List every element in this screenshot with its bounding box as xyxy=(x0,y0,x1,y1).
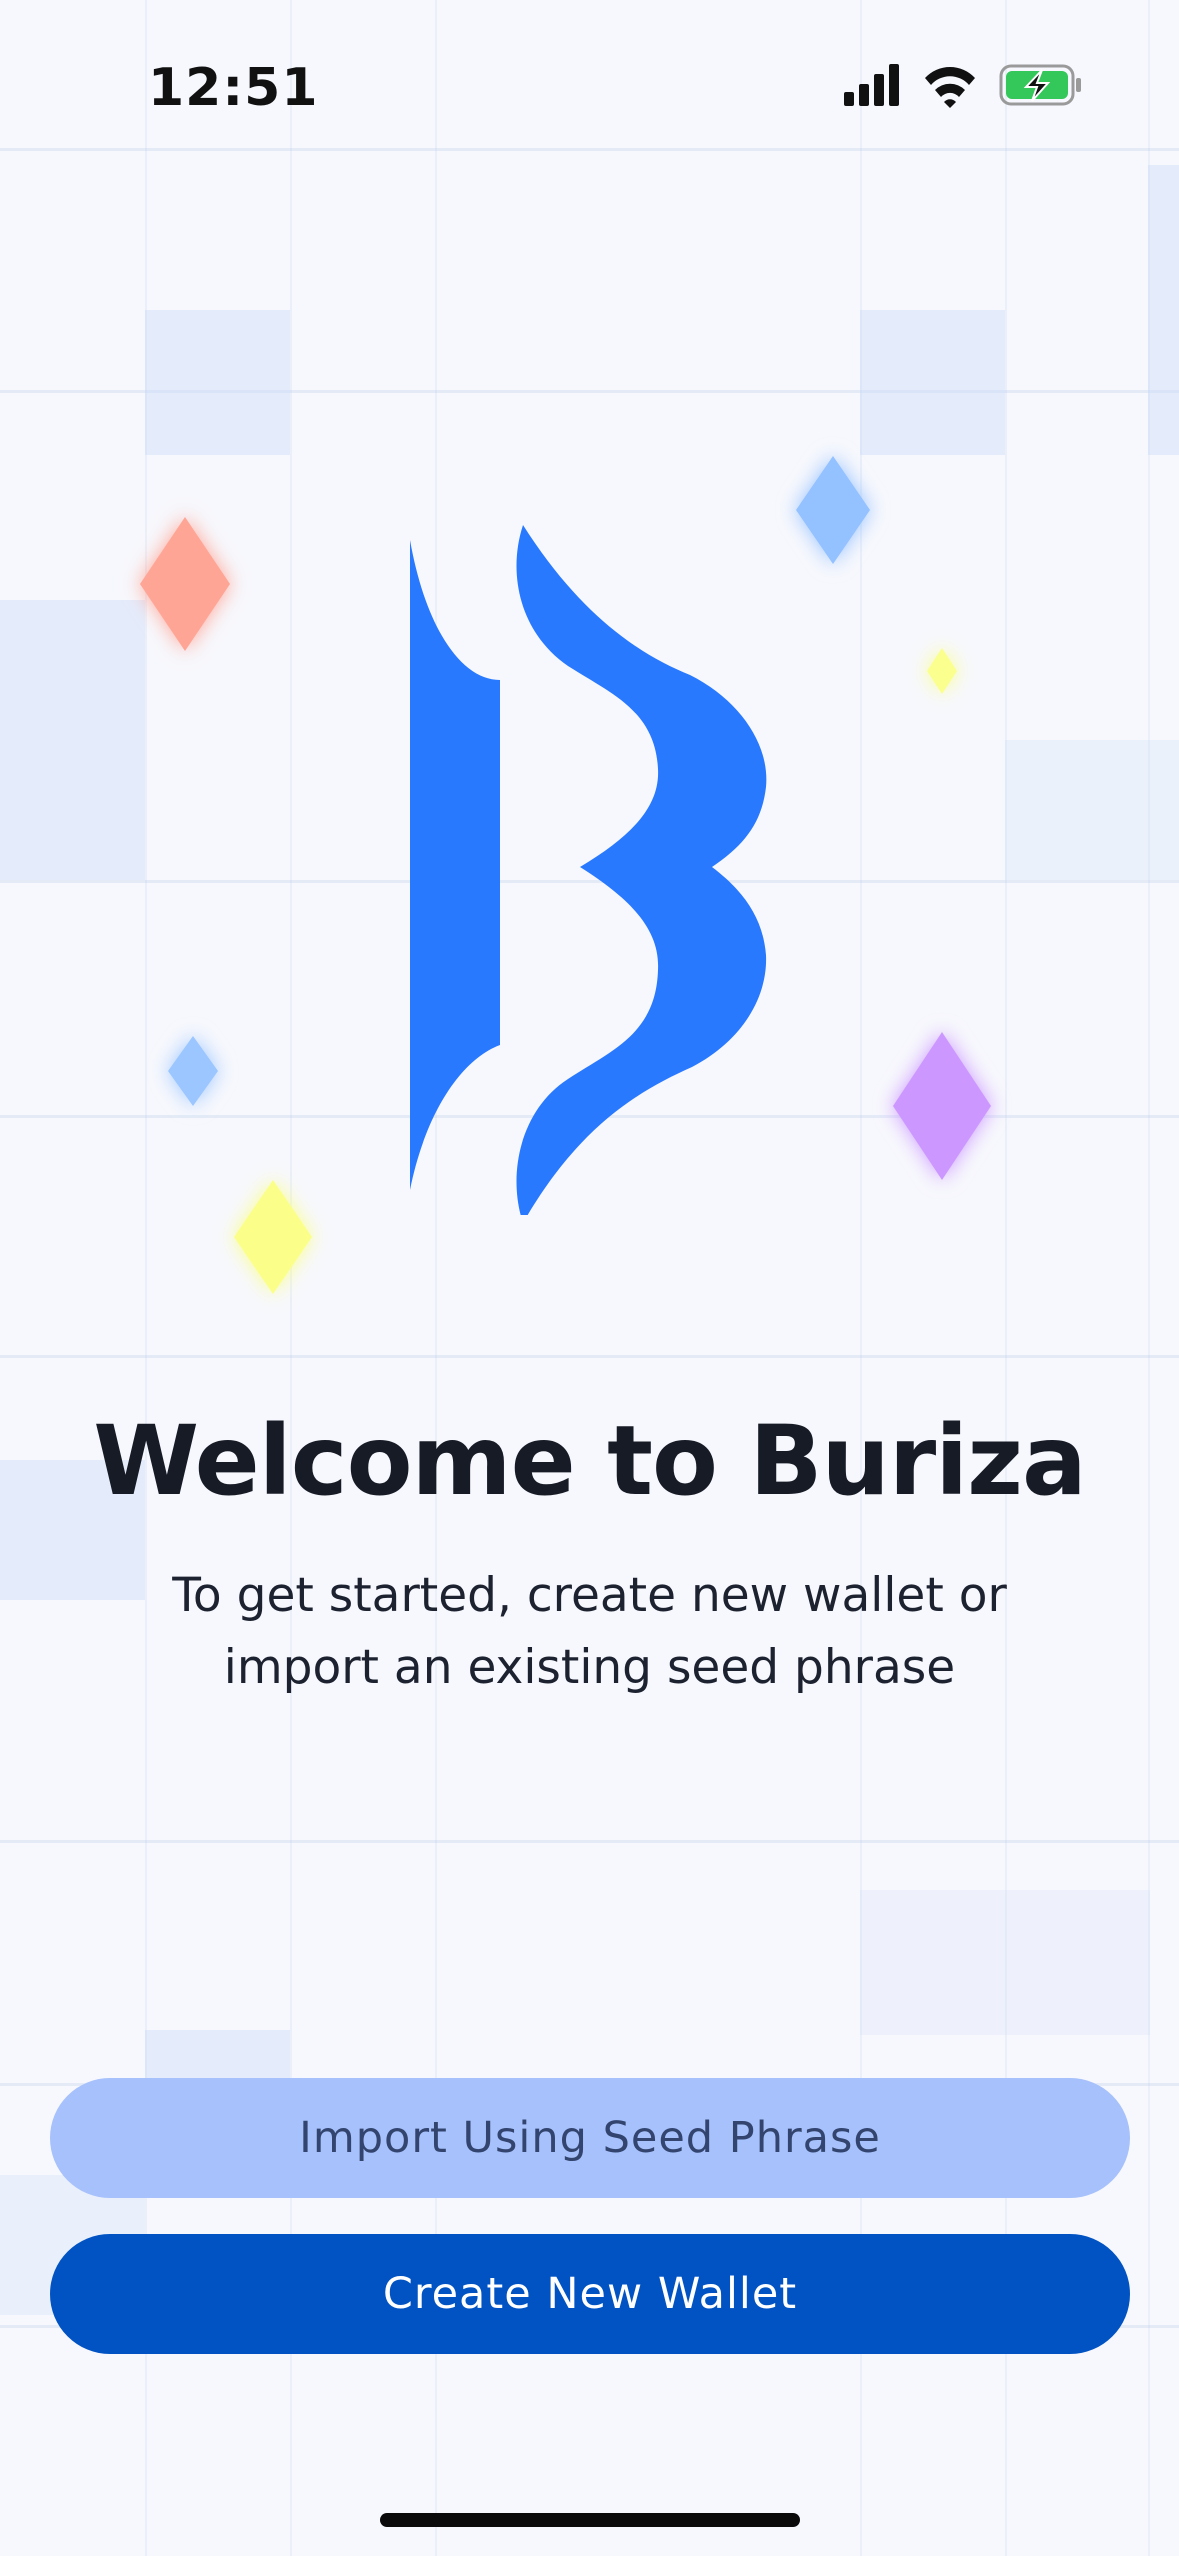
sparkle-icon xyxy=(927,648,957,694)
buriza-logo-icon xyxy=(410,525,767,1215)
welcome-subtitle: To get started, create new wallet or imp… xyxy=(172,1568,1007,1695)
import-seed-phrase-button[interactable]: Import Using Seed Phrase xyxy=(50,2078,1130,2198)
sparkle-icon xyxy=(796,456,870,564)
create-new-wallet-button[interactable]: Create New Wallet xyxy=(50,2234,1130,2354)
welcome-title: Welcome to Buriza xyxy=(93,1405,1087,1517)
home-indicator[interactable] xyxy=(380,2513,800,2527)
sparkle-icon xyxy=(168,1036,218,1106)
sparkle-icon xyxy=(140,517,230,651)
sparkle-icon xyxy=(893,1032,991,1180)
sparkle-icon xyxy=(234,1180,312,1294)
